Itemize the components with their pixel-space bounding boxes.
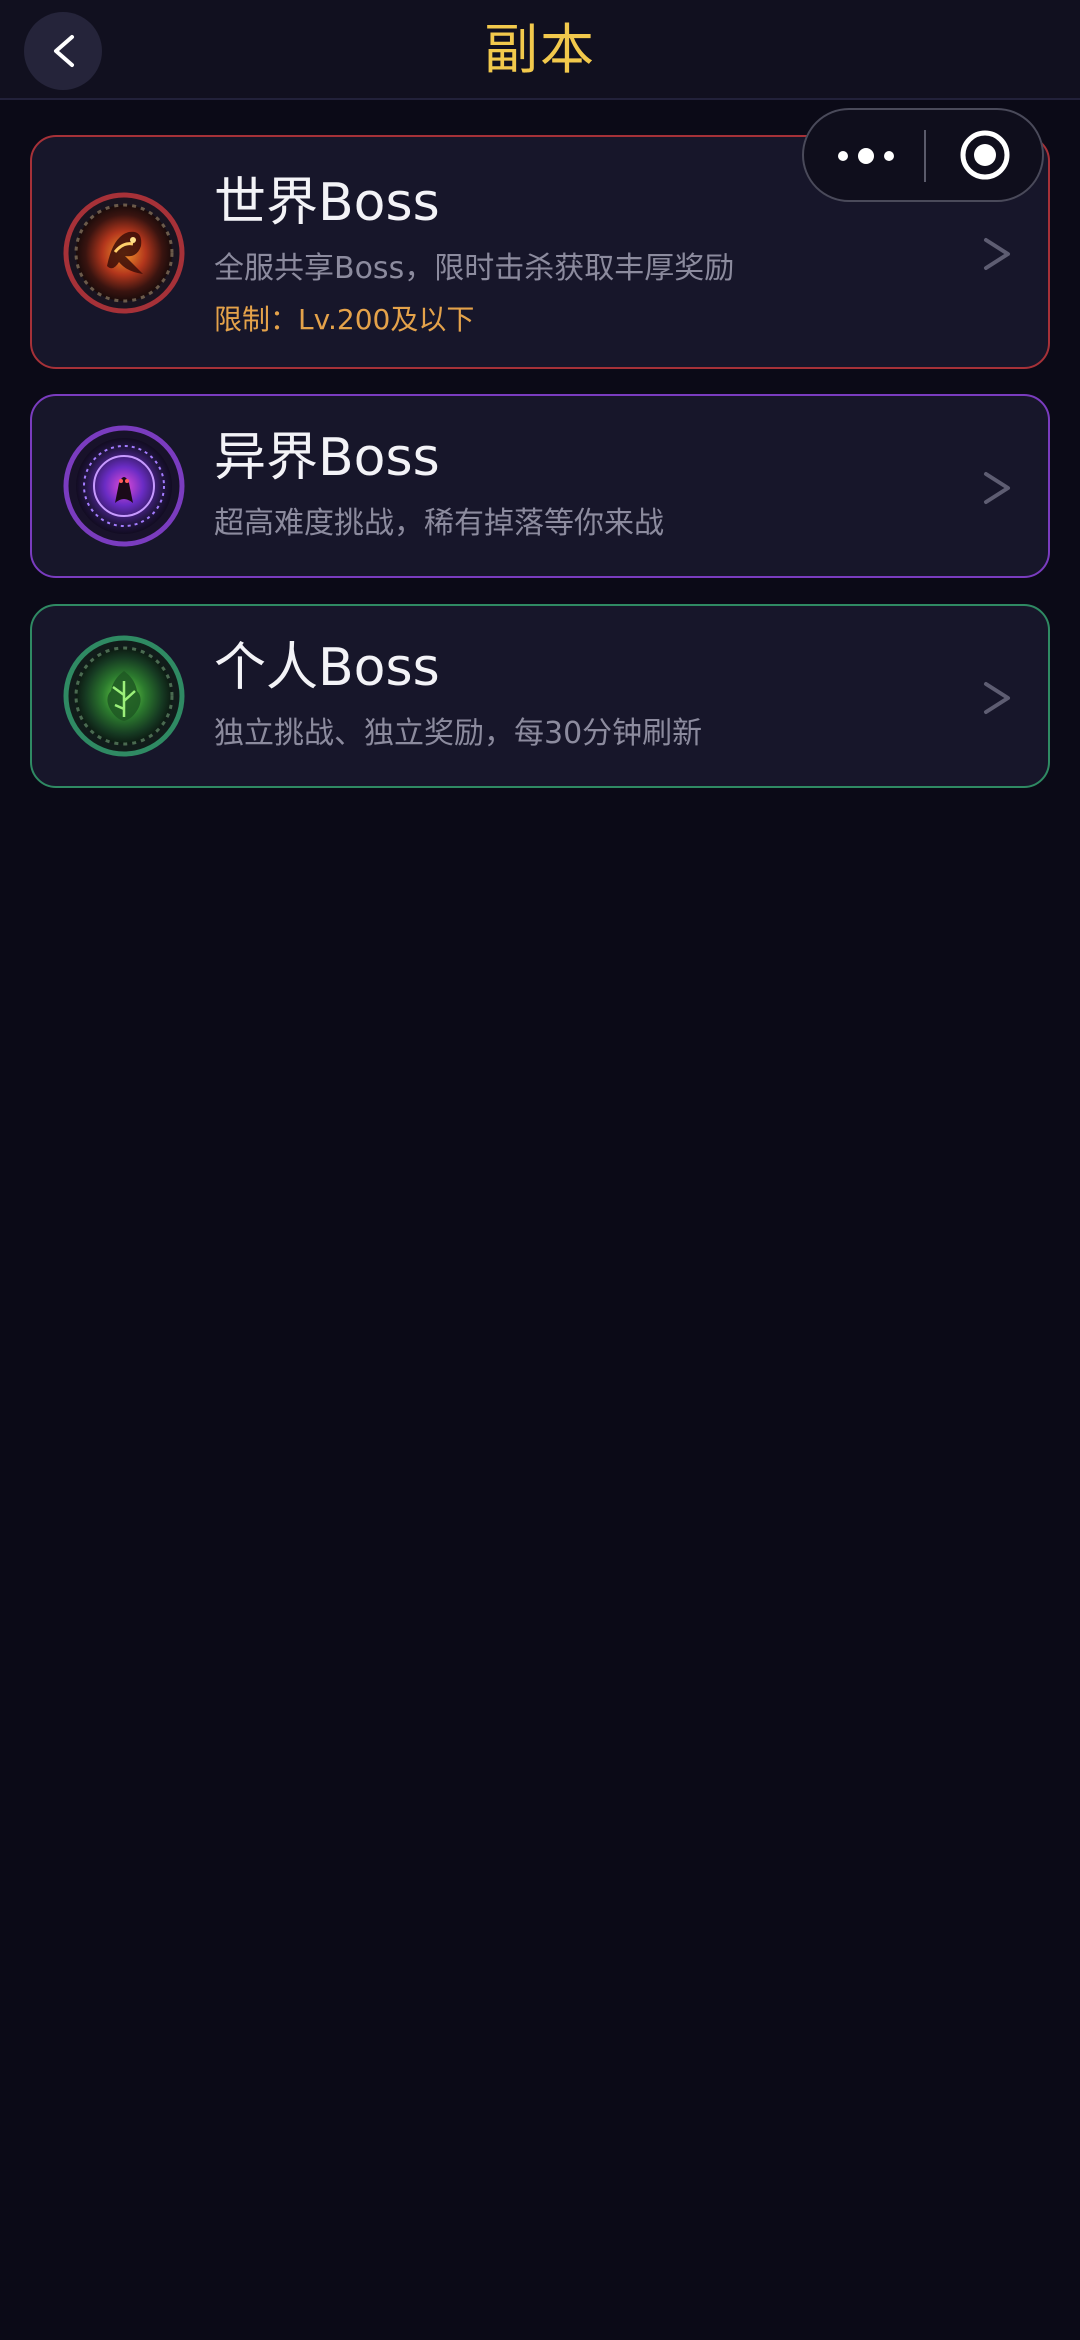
chevron-right-icon: [984, 472, 1010, 504]
dragon-emblem-icon: [63, 192, 185, 314]
page-title: 副本: [484, 18, 596, 81]
card-description: 独立挑战、独立奖励，每30分钟刷新: [214, 716, 703, 751]
mini-program-capsule: [802, 108, 1044, 202]
demon-portal-emblem-icon: [63, 425, 185, 547]
otherworld-boss-card[interactable]: 异界Boss 超高难度挑战，稀有掉落等你来战: [30, 394, 1050, 578]
target-circle-icon: [960, 130, 1010, 180]
card-title: 个人Boss: [214, 638, 440, 698]
card-title: 异界Boss: [214, 428, 440, 488]
card-description: 全服共享Boss，限时击杀获取丰厚奖励: [214, 251, 735, 286]
more-dots-icon: [838, 148, 894, 164]
close-button[interactable]: [926, 110, 1044, 200]
more-button[interactable]: [804, 110, 924, 200]
personal-boss-card[interactable]: 个人Boss 独立挑战、独立奖励，每30分钟刷新: [30, 604, 1050, 788]
card-description: 超高难度挑战，稀有掉落等你来战: [214, 506, 664, 541]
tree-creature-emblem-icon: [63, 635, 185, 757]
dungeon-page: 副本 世界Boss 全服共享Boss，限时击杀获取丰厚奖励 限制：Lv.200及…: [0, 0, 1080, 2340]
top-bar: 副本: [0, 0, 1080, 100]
card-title: 世界Boss: [214, 173, 440, 233]
chevron-right-icon: [984, 238, 1010, 270]
level-limit: 限制：Lv.200及以下: [214, 303, 475, 336]
chevron-right-icon: [984, 682, 1010, 714]
